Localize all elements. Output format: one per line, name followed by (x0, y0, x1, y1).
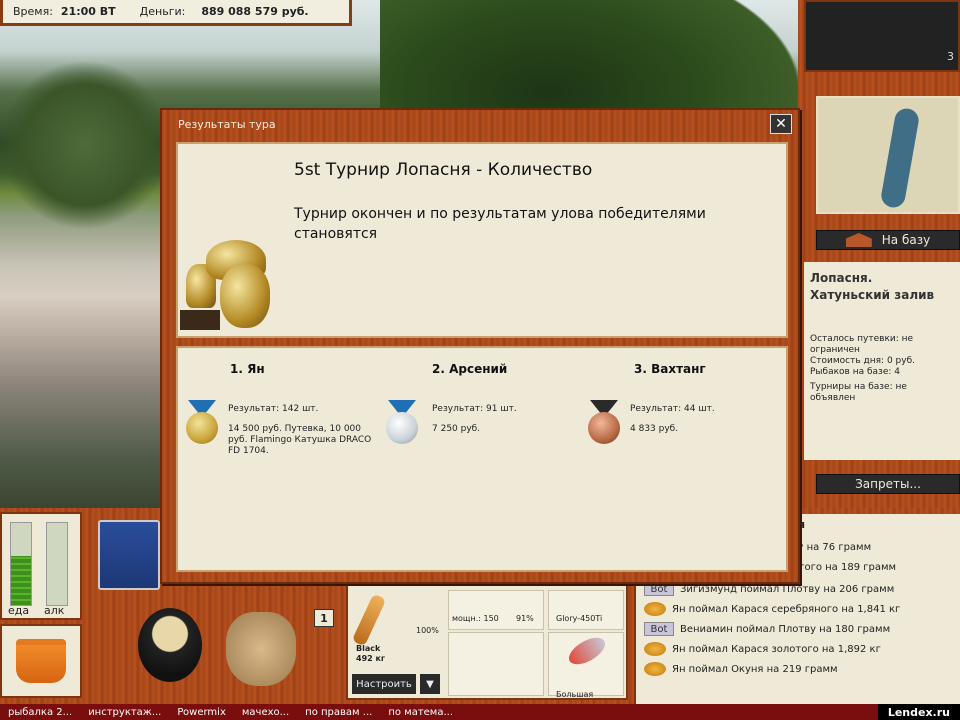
rod-weight: 492 кг (356, 654, 386, 663)
trophy-icon (180, 234, 284, 334)
lake-shape (879, 106, 921, 210)
winner-place: 3. Вахтанг (634, 362, 706, 376)
winner-result: Результат: 91 шт. (432, 404, 517, 414)
silver-medal-icon (384, 400, 420, 452)
winner-place: 2. Арсений (432, 362, 508, 376)
base-button[interactable]: На базу (816, 230, 960, 250)
reel-power-pct: 91% (516, 614, 534, 623)
minimap[interactable]: 3 (804, 0, 960, 72)
log-text: Ян поймал Окуня на 219 грамм (672, 663, 838, 675)
setup-button[interactable]: Настроить (352, 674, 416, 694)
tournament-title: 5st Турнир Лопасня - Количество (294, 160, 593, 180)
log-row: Bot Зигизмунд поймал Плотву на 206 грамм (644, 582, 894, 596)
food-bar (10, 522, 32, 606)
winner-result: Результат: 44 шт. (630, 404, 715, 414)
fish-icon (644, 642, 666, 656)
food-fill (11, 555, 31, 605)
winner-place: 1. Ян (230, 362, 265, 376)
base-button-label: На базу (881, 233, 931, 247)
bot-badge: Bot (644, 622, 674, 636)
taskbar-item[interactable]: Powermix (169, 707, 234, 718)
close-icon[interactable]: ✕ (770, 114, 792, 134)
gold-medal-icon (184, 400, 220, 452)
lure-slot[interactable] (548, 632, 624, 696)
winner-prize: 14 500 руб. Путевка, 10 000 руб. Flaming… (228, 424, 372, 456)
taskbar-item[interactable]: по правам ... (297, 707, 380, 718)
fish-icon (644, 602, 666, 616)
taskbar: рыбалка 2... инструктаж... Powermix маче… (0, 704, 960, 720)
bucket-slot[interactable] (0, 624, 82, 698)
house-icon (845, 233, 872, 247)
gauges-panel: еда алк (0, 512, 82, 620)
tour-results-dialog: Результаты тура ✕ 5st Турнир Лопасня - К… (160, 108, 800, 584)
location-map[interactable] (816, 96, 960, 214)
bans-button[interactable]: Запреты... (816, 474, 960, 494)
watermark: Lendex.ru (877, 704, 960, 720)
line-slot[interactable] (548, 590, 624, 630)
time-value: 21:00 ВТ (60, 5, 116, 18)
bucket-icon (16, 639, 66, 683)
bronze-medal-icon (586, 400, 622, 452)
minimap-label: 3 (947, 50, 954, 63)
keepnet-bag-icon[interactable] (226, 612, 296, 686)
result-message: Турнир окончен и по результатам улова по… (294, 206, 706, 242)
taskbar-item[interactable]: рыбалка 2... (0, 707, 80, 718)
money-value: 889 088 579 руб. (201, 5, 309, 18)
winner-result: Результат: 142 шт. (228, 404, 319, 414)
reel-power: мощн.: 150 (452, 614, 499, 623)
bot-badge: Bot (644, 582, 674, 596)
status-bar: Время: 21:00 ВТ Деньги: 889 088 579 руб. (0, 0, 352, 26)
log-row: Ян поймал Карася серебряного на 1,841 кг (644, 602, 900, 616)
count-badge: 1 (314, 609, 334, 627)
location-title: Лопасня. Хатуньский залив (810, 271, 935, 302)
log-row: Bot Вениамин поймал Плотву на 180 грамм (644, 622, 890, 636)
info-line: Стоимость дня: 0 руб. (810, 356, 915, 366)
time-label: Время: (13, 5, 53, 18)
log-row: Ян поймал Карася золотого на 1,892 кг (644, 642, 881, 656)
log-row: Ян поймал Окуня на 219 грамм (644, 662, 838, 676)
setup-menu-arrow[interactable]: ▼ (420, 674, 440, 694)
rod-percent: 100% (416, 626, 439, 635)
tackle-box-icon[interactable] (98, 520, 160, 590)
dialog-title: Результаты тура (178, 118, 276, 131)
taskbar-item[interactable]: мачехо... (234, 707, 297, 718)
info-line: Рыбаков на базе: 4 (810, 367, 900, 377)
summary-panel: 5st Турнир Лопасня - Количество Турнир о… (176, 142, 788, 338)
lure-name: Большая (556, 690, 594, 699)
tackle-panel: 100% Black 492 кг мощн.: 150 91% Glory-4… (346, 584, 628, 700)
bait-pot-icon[interactable] (138, 608, 202, 682)
alc-bar (46, 522, 68, 606)
winners-panel: 1. Ян Результат: 142 шт. 14 500 руб. Пут… (176, 346, 788, 572)
lure-icon (564, 632, 610, 670)
tree-left (0, 60, 170, 230)
taskbar-item[interactable]: по матема... (380, 707, 461, 718)
money-label: Деньги: (139, 5, 186, 18)
log-text: Вениамин поймал Плотву на 180 грамм (680, 623, 891, 635)
info-line: Турниры на базе: не объявлен (810, 382, 907, 403)
fish-icon (644, 662, 666, 676)
reel-slot[interactable] (448, 590, 544, 630)
bans-button-label: Запреты... (855, 477, 921, 491)
food-label: еда (8, 604, 30, 617)
rod-icon[interactable] (351, 593, 387, 647)
alc-label: алк (44, 604, 65, 617)
log-text: Ян поймал Карася серебряного на 1,841 кг (672, 603, 901, 615)
hook-slot[interactable] (448, 632, 544, 696)
log-text: Зигизмунд поймал Плотву на 206 грамм (680, 583, 895, 595)
winner-prize: 7 250 руб. (432, 424, 481, 434)
location-info: Лопасня. Хатуньский залив Осталось путев… (804, 262, 960, 460)
winner-prize: 4 833 руб. (630, 424, 679, 434)
line-name: Glory-450Ti (556, 614, 603, 623)
taskbar-item[interactable]: инструктаж... (80, 707, 169, 718)
info-line: Осталось путевки: не ограничен (810, 334, 914, 355)
rod-name: Black (356, 644, 381, 653)
log-text: Ян поймал Карася золотого на 1,892 кг (672, 643, 881, 655)
